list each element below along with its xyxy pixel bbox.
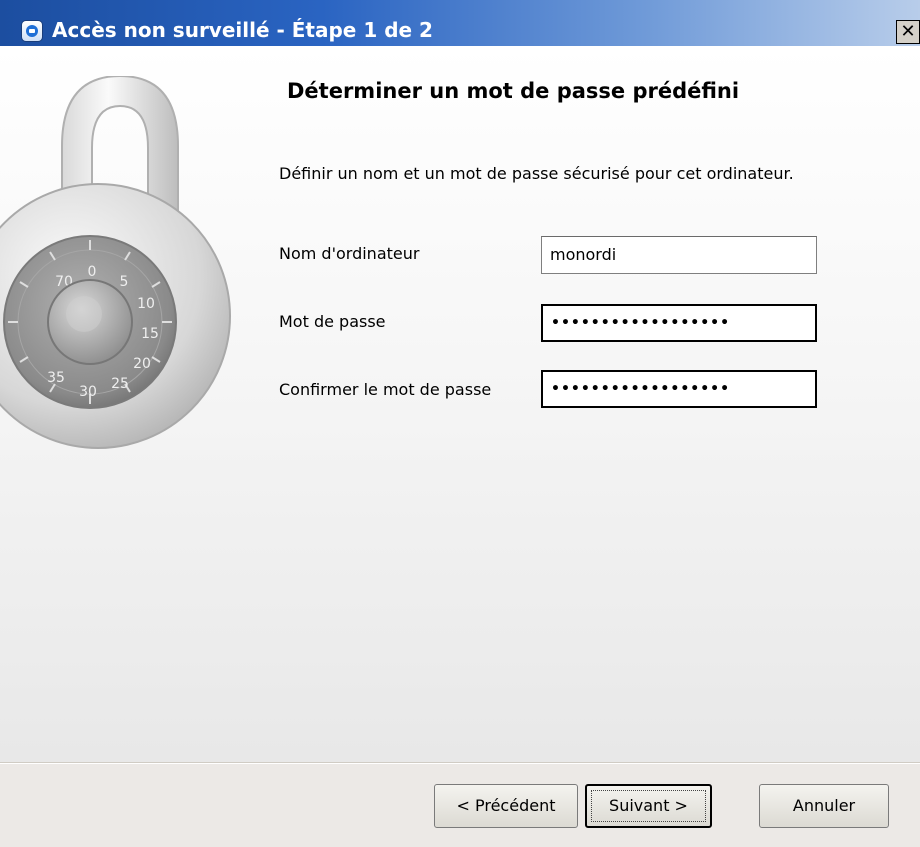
dial-number-0: 0 <box>88 264 97 280</box>
page-heading: Déterminer un mot de passe prédéfini <box>287 79 740 103</box>
dial-number-5: 5 <box>120 274 129 290</box>
padlock-icon: 0 5 10 15 20 25 30 35 70 <box>0 76 231 449</box>
description-text: Définir un nom et un mot de passe sécuri… <box>279 164 794 183</box>
next-button[interactable]: Suivant > <box>585 784 712 828</box>
dial-number-25: 25 <box>111 376 129 392</box>
title-bar[interactable]: Accès non surveillé - Étape 1 de 2 ✕ <box>0 0 920 46</box>
dial-number-20: 20 <box>133 356 151 372</box>
close-button[interactable]: ✕ <box>896 20 920 44</box>
dial-number-35: 35 <box>47 370 65 386</box>
dialog-window: Accès non surveillé - Étape 1 de 2 ✕ 0 5… <box>0 0 920 847</box>
teamviewer-icon <box>22 21 42 41</box>
dial-number-30: 30 <box>79 384 97 400</box>
password-label: Mot de passe <box>279 312 386 331</box>
content-area: 0 5 10 15 20 25 30 35 70 Déterminer un m… <box>0 46 920 762</box>
previous-button[interactable]: < Précédent <box>434 784 578 828</box>
button-bar: < Précédent Suivant > Annuler <box>0 762 920 847</box>
dial-number-15: 15 <box>141 326 159 342</box>
window-title: Accès non surveillé - Étape 1 de 2 <box>52 18 433 42</box>
password-input[interactable]: •••••••••••••••••• <box>541 304 817 342</box>
computer-name-label: Nom d'ordinateur <box>279 244 420 263</box>
computer-name-input[interactable]: monordi <box>541 236 817 274</box>
confirm-password-input[interactable]: •••••••••••••••••• <box>541 370 817 408</box>
cancel-button[interactable]: Annuler <box>759 784 889 828</box>
confirm-password-label: Confirmer le mot de passe <box>279 380 492 399</box>
dial-number-10: 10 <box>137 296 155 312</box>
